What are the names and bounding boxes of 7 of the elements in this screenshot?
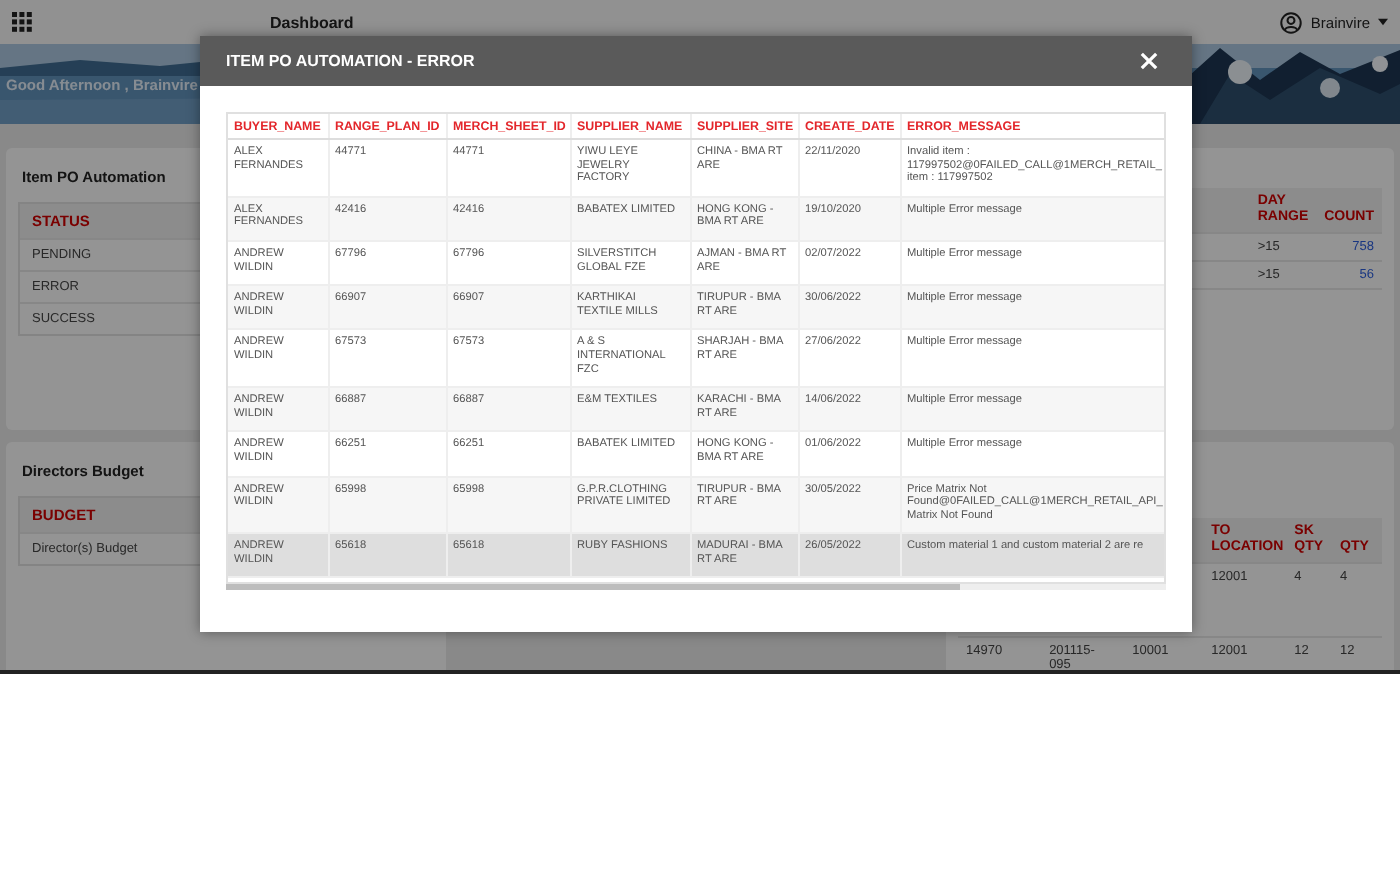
close-icon[interactable] [1140,52,1158,70]
horizontal-scrollbar[interactable] [226,584,1166,590]
caret-icon [1378,18,1388,26]
dialog-title: ITEM PO AUTOMATION - ERROR [226,52,475,70]
user-icon [1280,11,1303,33]
page-title: Dashboard [270,13,354,31]
apps-grid-icon[interactable] [12,12,32,32]
